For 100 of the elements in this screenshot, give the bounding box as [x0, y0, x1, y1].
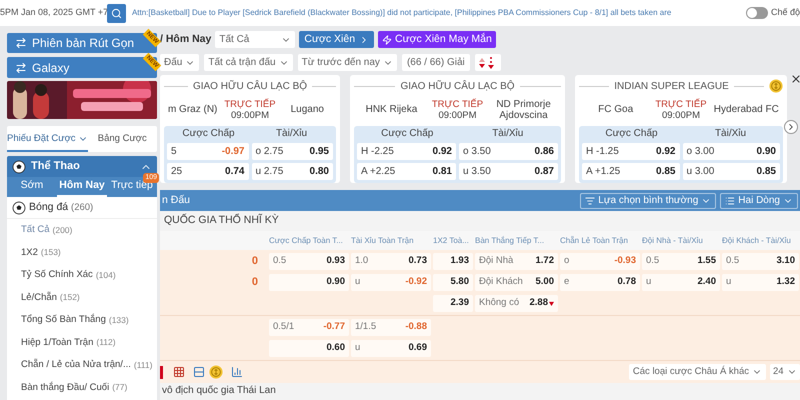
market-header: Tài/Xỉu — [491, 127, 524, 141]
filter-dropdown[interactable]: Tất cả trận đấu — [204, 54, 293, 71]
away-team: ND Primorje Ajdovscina — [495, 98, 552, 120]
live-status: TRỰC TIẾP — [432, 98, 484, 110]
odds-cell[interactable]: 5 -0.97 — [167, 143, 248, 160]
sports-title: Thể Thao — [31, 159, 80, 174]
switch-icon — [15, 62, 27, 74]
column-header: 1X2 Toà... — [432, 234, 470, 246]
column-header: Cược Chấp Toàn T... — [268, 234, 344, 246]
odds-cell[interactable]: o -0.93 — [560, 253, 640, 270]
odds-cell[interactable]: H -1.25 0.92 — [582, 143, 680, 160]
filter-select[interactable]: Tất Cả — [215, 31, 296, 48]
bet-slip-tab[interactable]: Bảng Cược — [88, 128, 157, 152]
odds-cell[interactable]: 0.5 1.55 — [642, 253, 720, 270]
parlay-button[interactable]: Cược Xiên — [299, 31, 374, 48]
market-item[interactable]: Tổng Số Bàn Thắng (133) — [7, 309, 157, 332]
sport-item[interactable]: Bóng đá (260) — [7, 197, 157, 219]
search-button[interactable] — [107, 4, 126, 22]
odds-cell[interactable]: 2.39 — [433, 295, 473, 312]
odds-cell[interactable]: o 3.00 0.90 — [682, 143, 780, 160]
odds-cell[interactable]: Đội Nhà 1.72 — [475, 253, 558, 270]
column-header: Chẵn Lẻ Toàn Trận — [559, 234, 629, 246]
odds-cell[interactable]: A +1.25 0.85 — [582, 163, 680, 180]
odds-cell[interactable]: u 3.00 0.85 — [682, 163, 780, 180]
match-time: 09:00PM — [230, 110, 269, 120]
odds-cell[interactable]: A +2.25 0.81 — [357, 163, 456, 180]
filter-dropdown[interactable]: Từ trước đến nay — [298, 54, 397, 71]
next-button[interactable] — [784, 120, 798, 134]
odds-cell[interactable]: u 1.32 — [722, 274, 799, 291]
search-icon — [110, 8, 122, 18]
league-title: GIAO HỮU CÂU LẠC BỘ — [400, 79, 515, 94]
league-name: vô địch quốc gia Thái Lan — [161, 385, 277, 397]
switch-icon — [15, 37, 27, 49]
match-time: 09:00PM — [662, 110, 700, 120]
date-time: 5PM Jan 08, 2025 GMT +7 — [0, 6, 107, 20]
odds-cell[interactable]: 1/1.5 -0.88 — [351, 319, 431, 336]
odds-cell[interactable]: Không có 2.88 — [475, 295, 558, 312]
home-team: HNK Rijeka — [364, 104, 418, 115]
column-header: Đội Nhà - Tài/Xỉu — [641, 234, 704, 246]
period-tab[interactable]: Sớm — [7, 177, 57, 197]
market-select[interactable]: Các loại cược Châu Á khác — [628, 364, 766, 380]
coin-icon — [209, 365, 223, 379]
section-title: n Đấu — [162, 192, 190, 208]
column-header: Đội Khách - Tài/Xỉu — [721, 234, 792, 246]
live-status: TRỰC TIẾP — [655, 98, 707, 110]
market-header: Tài/Xỉu — [274, 127, 308, 141]
market-item[interactable]: Hiệp 1/Toàn Trận (112) — [7, 332, 157, 354]
mode-toggle[interactable] — [746, 7, 768, 19]
odds-cell[interactable]: 1.0 0.73 — [351, 253, 431, 270]
odds-cell[interactable]: Đội Khách 5.00 — [475, 274, 558, 291]
market-item[interactable]: Bàn thắng Đầu/ Cuối (77) — [7, 376, 157, 399]
market-header: Cược Chấp — [604, 127, 659, 141]
breadcrumb: / Hôm Nay — [160, 32, 212, 47]
odds-cell[interactable]: u 2.75 0.80 — [252, 163, 333, 180]
odds-cell[interactable]: o 2.75 0.95 — [252, 143, 333, 160]
home-team: FC Goa — [597, 104, 634, 115]
odds-cell[interactable]: e 0.78 — [560, 274, 640, 291]
odds-cell[interactable]: u 2.40 — [642, 274, 720, 291]
market-header: Tài/Xỉu — [714, 127, 748, 141]
rows-icon[interactable] — [193, 366, 205, 378]
market-item[interactable]: Chẵn / Lẻ của Nửa trận/... (111) — [7, 354, 157, 376]
sort-icon[interactable] — [474, 54, 501, 71]
away-team: Lugano — [290, 104, 325, 115]
view-option-dropdown[interactable]: Hai Dòng — [720, 192, 798, 208]
odds-cell[interactable]: u 3.50 0.87 — [459, 163, 558, 180]
score: 0 — [252, 275, 258, 290]
market-header: Cược Chấp — [380, 127, 434, 141]
list-icon — [725, 196, 736, 206]
market-item[interactable]: Lẻ/Chẵn (152) — [7, 286, 157, 309]
odds-cell[interactable]: u -0.92 — [351, 274, 431, 291]
odds-cell[interactable]: H -2.25 0.92 — [357, 143, 456, 160]
odds-cell[interactable]: u 0.69 — [351, 340, 431, 357]
odds-cell[interactable]: 0.5/1 -0.77 — [269, 319, 349, 336]
odds-cell[interactable]: o 3.50 0.86 — [459, 143, 558, 160]
match-card[interactable]: GIAO HỮU CÂU LẠC BỘ HNK Rijeka TRỰC TIẾP 09:00PM ND Primorje Ajdovscina Cược Chấp Tài/Xỉu H -2.25 0.92 o 3.50 0.86 A +2.25 0.81 u 3.50 0.87 — [350, 75, 565, 183]
soccer-ball-icon — [12, 200, 26, 214]
odds-cell[interactable]: 5.80 — [433, 274, 473, 291]
bar-chart-icon[interactable] — [231, 366, 243, 378]
odds-cell[interactable]: 0.5 0.93 — [269, 253, 349, 270]
odds-cell[interactable]: 25 0.74 — [167, 163, 248, 180]
view-option-dropdown[interactable]: Lựa chọn bình thường — [580, 192, 716, 208]
close-icon[interactable] — [790, 73, 800, 85]
market-item[interactable]: Tỷ Số Chính Xác (104) — [7, 264, 157, 286]
filter-dropdown[interactable]: Đấu — [160, 54, 200, 71]
grid-icon[interactable] — [173, 366, 185, 378]
odds-cell[interactable]: 1.93 — [433, 253, 473, 270]
filter-icon — [585, 196, 596, 206]
league-count[interactable]: (66 / 66) Giải — [402, 54, 470, 71]
league-title: GIAO HỮU CÂU LẠC BỘ — [192, 79, 308, 94]
page-size-select[interactable]: 24 — [770, 364, 800, 380]
odds-cell[interactable]: 0.90 — [269, 274, 349, 291]
league-name: QUỐC GIA THỔ NHĨ KỲ — [163, 212, 280, 228]
league-title: INDIAN SUPER LEAGUE — [614, 80, 729, 94]
odds-cell[interactable]: 0.5 3.10 — [722, 253, 799, 270]
market-item[interactable]: Tất Cả (200) — [7, 219, 157, 242]
bet-slip-tab[interactable]: Phiếu Đặt Cược — [7, 128, 88, 152]
lightning-icon — [382, 34, 392, 44]
lucky-parlay-button[interactable]: Cược Xiên May Mắn — [378, 31, 496, 48]
odds-cell[interactable]: 0.60 — [269, 340, 349, 357]
market-item[interactable]: 1X2 (153) — [7, 242, 157, 264]
